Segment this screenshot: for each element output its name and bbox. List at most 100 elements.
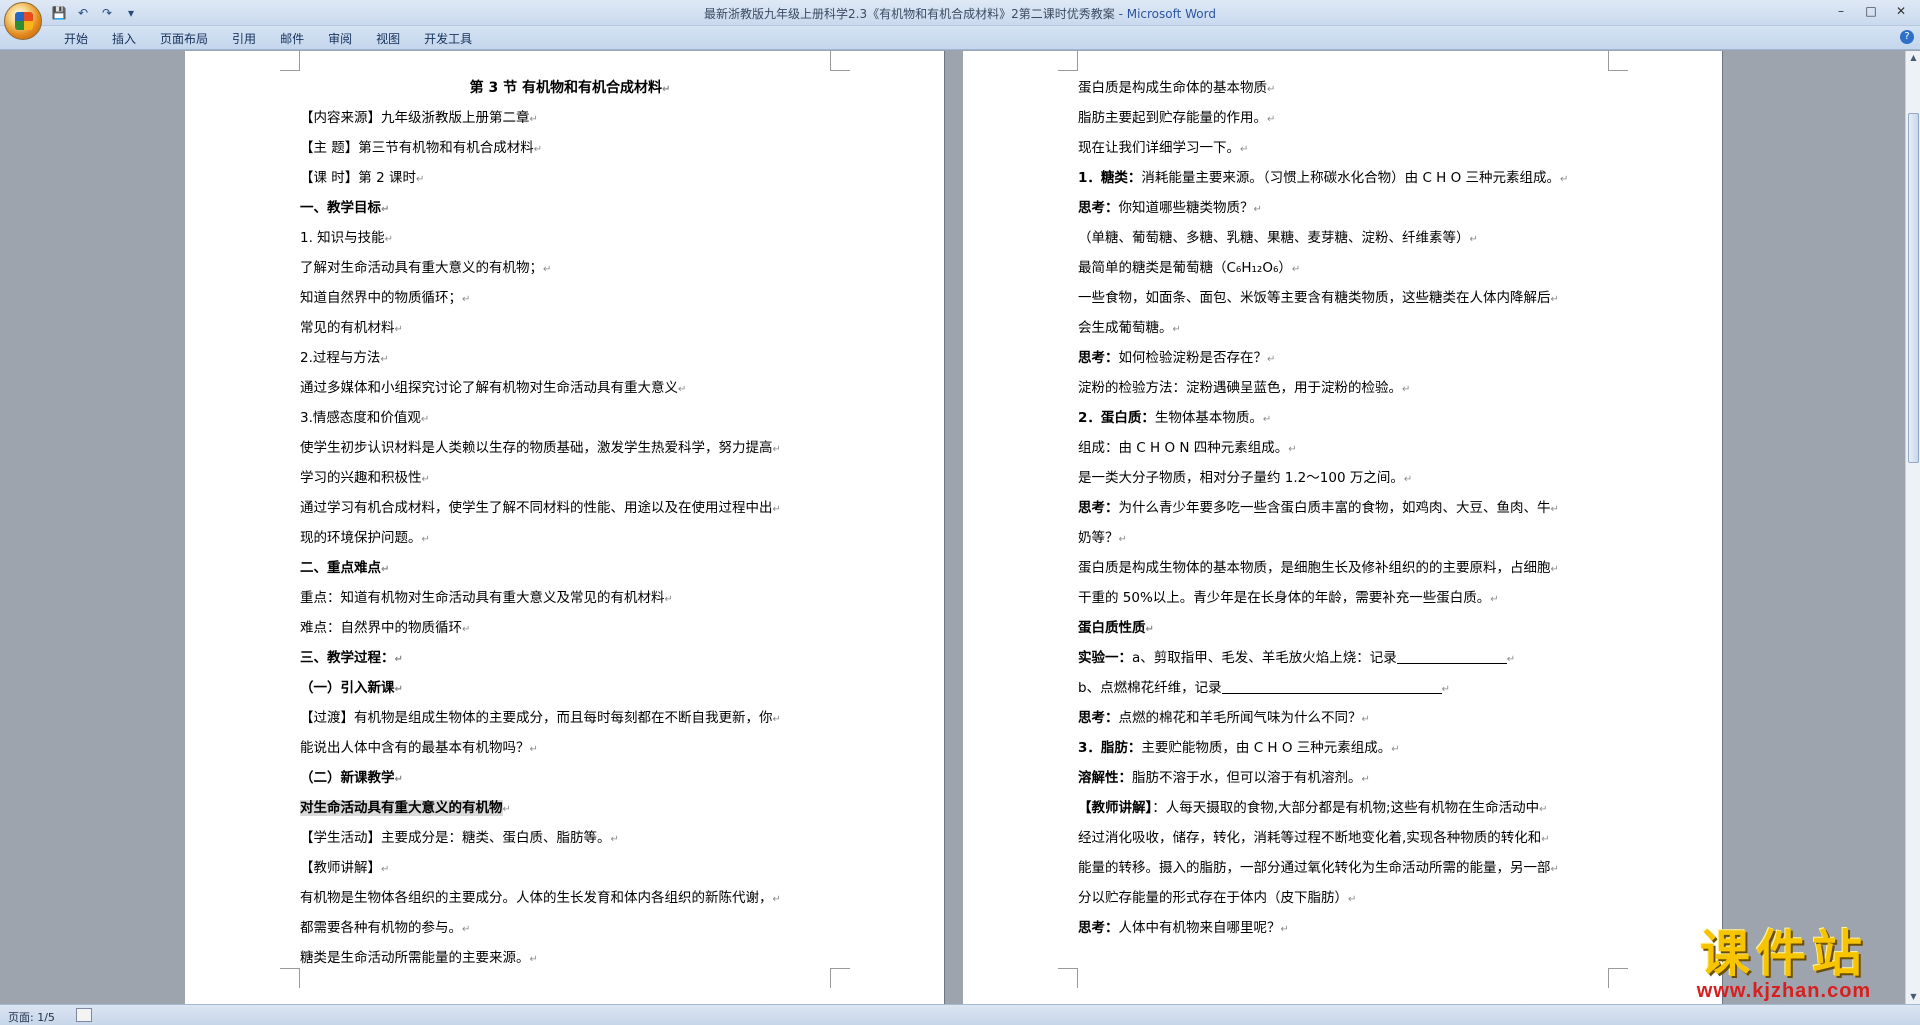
- line-text: 知道自然界中的物质循环；: [300, 290, 462, 306]
- text-line: 了解对生命活动具有重大意义的有机物；↵: [300, 253, 840, 283]
- line-text: 【教师讲解】: [300, 860, 381, 876]
- tab-references[interactable]: 引用: [220, 30, 268, 48]
- line-text: 常见的有机材料: [300, 320, 395, 336]
- line-text: 点燃的棉花和羊毛所闻气味为什么不同？: [1118, 710, 1362, 726]
- paragraph-mark-icon: ↵: [1550, 564, 1559, 575]
- help-icon[interactable]: ?: [1900, 30, 1914, 44]
- page-counter[interactable]: 页面: 1/5: [8, 1009, 55, 1025]
- line-text: 通过多媒体和小组探究讨论了解有机物对生命活动具有重大意义: [300, 380, 678, 396]
- paragraph-mark-icon: ↵: [1240, 144, 1249, 155]
- tab-review[interactable]: 审阅: [316, 30, 364, 48]
- line-text: 脂肪不溶于水，但可以溶于有机溶剂。: [1132, 770, 1362, 786]
- line-text: 有机物是生物体各组织的主要成分。人体的生长发育和体内各组织的新陈代谢，: [300, 890, 773, 906]
- line-text: 通过学习有机合成材料，使学生了解不同材料的性能、用途以及在使用过程中出: [300, 500, 773, 516]
- text-line: 重点：知道有机物对生命活动具有重大意义及常见的有机材料↵: [300, 583, 840, 613]
- text-line: 常见的有机材料↵: [300, 313, 840, 343]
- text-line: 2．蛋白质：生物体基本物质。↵: [1078, 403, 1633, 433]
- crop-mark: [280, 968, 300, 988]
- app-name: - Microsoft Word: [1114, 7, 1216, 21]
- text-line: 【课 时】第 2 课时↵: [300, 163, 840, 193]
- page-2-body[interactable]: 蛋白质是构成生命体的基本物质↵ 脂肪主要起到贮存能量的作用。↵ 现在让我们详细学习一…: [1078, 73, 1633, 943]
- site-watermark-logo: 课件站 www.kjzhan.com: [1664, 927, 1904, 1005]
- line-text: 人体中有机物来自哪里呢？: [1118, 920, 1281, 936]
- text-line: 是一类大分子物质，相对分子量约 1.2～100 万之间。↵: [1078, 463, 1633, 493]
- text-line: 溶解性：脂肪不溶于水，但可以溶于有机溶剂。↵: [1078, 763, 1633, 793]
- line-text: 为什么青少年要多吃一些含蛋白质丰富的食物，如鸡肉、大豆、鱼肉、牛: [1118, 500, 1551, 516]
- tab-developer[interactable]: 开发工具: [412, 30, 484, 48]
- text-line: 【内容来源】九年级浙教版上册第二章↵: [300, 103, 840, 133]
- line-text: 糖类是生命活动所需能量的主要来源。: [300, 950, 530, 966]
- crop-mark: [1608, 51, 1628, 71]
- paragraph-mark-icon: ↵: [415, 174, 425, 185]
- tab-view[interactable]: 视图: [364, 30, 412, 48]
- paragraph-mark-icon: ↵: [1506, 654, 1516, 665]
- paragraph-mark-icon: ↵: [394, 324, 403, 335]
- paragraph-mark-icon: ↵: [1267, 114, 1276, 125]
- paragraph-mark-icon: ↵: [1361, 774, 1370, 785]
- line-text: 2.过程与方法: [300, 350, 381, 366]
- office-logo-icon: [15, 12, 33, 30]
- paragraph-mark-icon: ↵: [421, 534, 430, 545]
- maximize-button[interactable]: □: [1860, 3, 1882, 19]
- text-line: 一、教学目标↵: [300, 193, 840, 223]
- line-text: 干重的 50%以上。青少年是在长身体的年龄，需要补充一些蛋白质。: [1078, 590, 1491, 606]
- text-line: 分以贮存能量的形式存在于体内（皮下脂肪）↵: [1078, 883, 1633, 913]
- line-text: 学习的兴趣和积极性: [300, 470, 422, 486]
- text-line: 使学生初步认识材料是人类赖以生存的物质基础，激发学生热爱科学，努力提高↵: [300, 433, 840, 463]
- paragraph-mark-icon: ↵: [1262, 414, 1272, 425]
- line-text: 会生成葡萄糖。: [1078, 320, 1173, 336]
- text-line: 通过学习有机合成材料，使学生了解不同材料的性能、用途以及在使用过程中出↵: [300, 493, 840, 523]
- text-line: 蛋白质是构成生命体的基本物质↵: [1078, 73, 1633, 103]
- proofing-icon[interactable]: [76, 1008, 92, 1022]
- line-text: b、点燃棉花纤维，记录: [1078, 680, 1222, 696]
- line-text: 分以贮存能量的形式存在于体内（皮下脂肪）: [1078, 890, 1348, 906]
- paragraph-mark-icon: ↵: [1403, 474, 1413, 485]
- paragraph-mark-icon: ↵: [529, 114, 538, 125]
- minimize-button[interactable]: –: [1830, 3, 1852, 19]
- line-text: 现的环境保护问题。: [300, 530, 422, 546]
- line-text: 你知道哪些糖类物质？: [1118, 200, 1254, 216]
- line-lead: 溶解性：: [1078, 770, 1132, 786]
- scroll-down-arrow-icon[interactable]: ▼: [1906, 990, 1920, 1004]
- text-line: 3.情感态度和价值观↵: [300, 403, 840, 433]
- page-1-body[interactable]: 第 3 节 有机物和有机合成材料↵ 【内容来源】九年级浙教版上册第二章↵ 【主 题】…: [300, 73, 840, 973]
- paragraph-mark-icon: ↵: [1267, 354, 1276, 365]
- paragraph-mark-icon: ↵: [678, 384, 687, 395]
- text-line: 干重的 50%以上。青少年是在长身体的年龄，需要补充一些蛋白质。↵: [1078, 583, 1633, 613]
- tab-insert[interactable]: 插入: [100, 30, 148, 48]
- line-text: 【内容来源】九年级浙教版上册第二章: [300, 110, 530, 126]
- ribbon-tabs-bar: 开始 插入 页面布局 引用 邮件 审阅 视图 开发工具 ?: [0, 26, 1920, 50]
- text-line: 蛋白质性质↵: [1078, 613, 1633, 643]
- line-text: 【学生活动】主要成分是：糖类、蛋白质、脂肪等。: [300, 830, 611, 846]
- paragraph-mark-icon: ↵: [664, 594, 673, 605]
- scrollbar-thumb[interactable]: [1908, 113, 1919, 463]
- paragraph-mark-icon: ↵: [1541, 834, 1550, 845]
- watermark-url: www.kjzhan.com: [1696, 980, 1872, 1002]
- paragraph-mark-icon: ↵: [421, 474, 430, 485]
- fill-in-blank: [1221, 682, 1442, 694]
- text-line: 都需要各种有机物的参与。↵: [300, 913, 840, 943]
- line-text: 淀粉的检验方法：淀粉遇碘呈蓝色，用于淀粉的检验。: [1078, 380, 1402, 396]
- line-lead: 【教师讲解】: [1078, 800, 1153, 816]
- text-line: 【学生活动】主要成分是：糖类、蛋白质、脂肪等。↵: [300, 823, 840, 853]
- paragraph-mark-icon: ↵: [1550, 504, 1559, 515]
- paragraph-mark-icon: ↵: [384, 234, 394, 245]
- line-lead: 3．脂肪：: [1078, 740, 1142, 756]
- paragraph-mark-icon: ↵: [1267, 84, 1276, 95]
- scroll-up-arrow-icon[interactable]: ▲: [1906, 51, 1920, 65]
- line-text: （二）新课教学: [300, 770, 395, 786]
- text-line: 糖类是生命活动所需能量的主要来源。↵: [300, 943, 840, 973]
- text-line: 会生成葡萄糖。↵: [1078, 313, 1633, 343]
- close-button[interactable]: ✕: [1890, 3, 1912, 19]
- paragraph-mark-icon: ↵: [462, 624, 471, 635]
- vertical-scrollbar[interactable]: ▲ ▼: [1905, 51, 1920, 1004]
- paragraph-mark-icon: ↵: [1118, 534, 1127, 545]
- paragraph-mark-icon: ↵: [1490, 594, 1499, 605]
- line-text: 一些食物，如面条、面包、米饭等主要含有糖类物质，这些糖类在人体内降解后: [1078, 290, 1551, 306]
- crop-mark: [1608, 968, 1628, 988]
- line-text: 【过渡】有机物是组成生物体的主要成分，而且每时每刻都在不断自我更新，你: [300, 710, 773, 726]
- tab-page-layout[interactable]: 页面布局: [148, 30, 220, 48]
- tab-mailings[interactable]: 邮件: [268, 30, 316, 48]
- tab-home[interactable]: 开始: [52, 30, 100, 48]
- office-button[interactable]: [4, 2, 42, 40]
